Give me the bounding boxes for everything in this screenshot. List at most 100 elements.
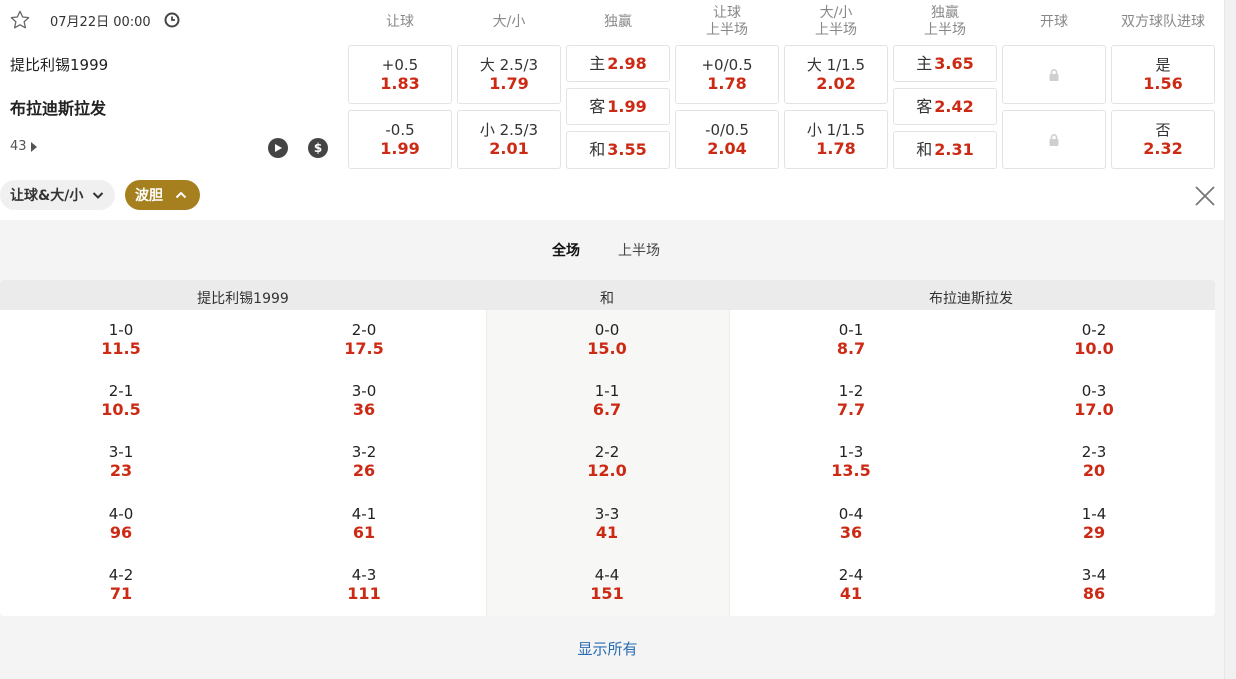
odds-cell-moneyline-draw[interactable]: 和 3.55 bbox=[566, 131, 670, 169]
score-label: 4-2 bbox=[108, 566, 134, 584]
odds-label: 否 bbox=[1155, 120, 1171, 139]
grid-header: 提比利锡1999 和 布拉迪斯拉发 bbox=[0, 280, 1215, 310]
score-cell[interactable]: 2-4 41 bbox=[781, 566, 921, 604]
odds-value: 3.65 bbox=[934, 53, 974, 73]
odds-label: 小 2.5/3 bbox=[479, 120, 539, 139]
odds-value: 1.99 bbox=[380, 138, 420, 158]
score-label: 1-0 bbox=[108, 321, 134, 339]
score-cell[interactable]: 0-1 8.7 bbox=[781, 321, 921, 359]
tab-full-time[interactable]: 全场 bbox=[552, 240, 580, 260]
score-cell[interactable]: 1-2 7.7 bbox=[781, 382, 921, 420]
score-label: 3-0 bbox=[351, 382, 377, 400]
score-odd: 26 bbox=[352, 461, 376, 480]
odds-value: 2.32 bbox=[1143, 138, 1183, 158]
score-cell[interactable]: 4-2 71 bbox=[51, 566, 191, 604]
odds-cell-kickoff-away bbox=[1002, 110, 1106, 169]
score-label: 0-1 bbox=[838, 321, 864, 339]
score-label: 0-2 bbox=[1081, 321, 1107, 339]
score-cell[interactable]: 1-3 13.5 bbox=[781, 443, 921, 481]
odds-cell-moneyline-1h-home[interactable]: 主 3.65 bbox=[893, 45, 997, 82]
odds-cell-moneyline-1h-away[interactable]: 客 2.42 bbox=[893, 88, 997, 125]
score-odd: 10.0 bbox=[1074, 339, 1114, 358]
score-odd: 12.0 bbox=[587, 461, 627, 480]
odds-value: 2.31 bbox=[934, 140, 974, 159]
odds-cell-over-1h[interactable]: 大 1/1.5 2.02 bbox=[784, 45, 888, 104]
grid-header-draw: 和 bbox=[600, 291, 614, 307]
correct-score-toggle[interactable]: 波胆 bbox=[125, 180, 200, 210]
odds-value: 2.98 bbox=[607, 53, 647, 73]
odds-label: 主 bbox=[589, 53, 606, 73]
score-odd: 11.5 bbox=[101, 339, 141, 358]
score-cell[interactable]: 1-4 29 bbox=[1024, 505, 1164, 543]
score-label: 1-1 bbox=[594, 382, 620, 400]
score-label: 3-4 bbox=[1081, 566, 1107, 584]
odds-cell-btts-no[interactable]: 否 2.32 bbox=[1111, 110, 1215, 169]
odds-cell-handicap-1h-home[interactable]: +0/0.5 1.78 bbox=[675, 45, 779, 104]
score-odd: 8.7 bbox=[836, 339, 866, 358]
score-label: 1-3 bbox=[838, 443, 864, 461]
score-label: 0-3 bbox=[1081, 382, 1107, 400]
score-odd: 41 bbox=[839, 584, 863, 603]
score-cell[interactable]: 0-0 15.0 bbox=[537, 321, 677, 359]
score-cell[interactable]: 2-1 10.5 bbox=[51, 382, 191, 420]
grid-header-away: 布拉迪斯拉发 bbox=[929, 291, 1013, 307]
col-header-over-under: 大/小 bbox=[492, 13, 526, 30]
odds-cell-moneyline-away[interactable]: 客 1.99 bbox=[566, 88, 670, 125]
scrollbar-track[interactable] bbox=[1224, 0, 1236, 679]
score-cell[interactable]: 3-4 86 bbox=[1024, 566, 1164, 604]
score-cell[interactable]: 2-0 17.5 bbox=[294, 321, 434, 359]
odds-label: 大 1/1.5 bbox=[806, 55, 866, 74]
show-all-link[interactable]: 显示所有 bbox=[0, 638, 1215, 659]
odds-cell-handicap-home[interactable]: +0.5 1.83 bbox=[348, 45, 452, 104]
score-cell[interactable]: 0-4 36 bbox=[781, 505, 921, 543]
score-cell[interactable]: 3-3 41 bbox=[537, 505, 677, 543]
score-label: 3-1 bbox=[108, 443, 134, 461]
odds-cell-over[interactable]: 大 2.5/3 1.79 bbox=[457, 45, 561, 104]
odds-label: 主 bbox=[916, 53, 933, 73]
odds-label: -0.5 bbox=[385, 120, 415, 139]
score-label: 2-4 bbox=[838, 566, 864, 584]
odds-cell-moneyline-home[interactable]: 主 2.98 bbox=[566, 45, 670, 82]
odds-cell-handicap-away[interactable]: -0.5 1.99 bbox=[348, 110, 452, 169]
score-cell[interactable]: 4-1 61 bbox=[294, 505, 434, 543]
period-tabs: 全场 上半场 bbox=[0, 240, 1224, 260]
score-cell[interactable]: 3-0 36 bbox=[294, 382, 434, 420]
score-label: 1-4 bbox=[1081, 505, 1107, 523]
odds-label: 和 bbox=[916, 140, 933, 159]
odds-value: 1.83 bbox=[380, 73, 420, 93]
odds-cell-under[interactable]: 小 2.5/3 2.01 bbox=[457, 110, 561, 169]
score-cell[interactable]: 2-3 20 bbox=[1024, 443, 1164, 481]
play-icon[interactable] bbox=[268, 138, 288, 158]
market-select-dropdown[interactable]: 让球&大/小 bbox=[0, 180, 116, 210]
close-icon[interactable] bbox=[1193, 184, 1217, 208]
score-cell[interactable]: 4-4 151 bbox=[537, 566, 677, 604]
score-cell[interactable]: 1-0 11.5 bbox=[51, 321, 191, 359]
score-cell[interactable]: 4-0 96 bbox=[51, 505, 191, 543]
odds-cell-btts-yes[interactable]: 是 1.56 bbox=[1111, 45, 1215, 104]
more-markets-count[interactable]: 43 bbox=[10, 139, 27, 154]
odds-value: 2.04 bbox=[707, 138, 747, 158]
score-cell[interactable]: 3-2 26 bbox=[294, 443, 434, 481]
odds-value: 2.42 bbox=[934, 96, 974, 116]
tab-first-half[interactable]: 上半场 bbox=[618, 240, 660, 260]
odds-cell-handicap-1h-away[interactable]: -0/0.5 2.04 bbox=[675, 110, 779, 169]
odds-cell-under-1h[interactable]: 小 1/1.5 1.78 bbox=[784, 110, 888, 169]
odds-label: 是 bbox=[1155, 55, 1171, 74]
caret-right-icon[interactable] bbox=[31, 142, 37, 152]
score-cell[interactable]: 3-1 23 bbox=[51, 443, 191, 481]
dollar-icon[interactable]: $ bbox=[308, 138, 328, 158]
score-cell[interactable]: 0-3 17.0 bbox=[1024, 382, 1164, 420]
col-header-kickoff: 开球 bbox=[1040, 13, 1068, 30]
score-cell[interactable]: 2-2 12.0 bbox=[537, 443, 677, 481]
score-odd: 13.5 bbox=[831, 461, 871, 480]
score-cell[interactable]: 1-1 6.7 bbox=[537, 382, 677, 420]
home-team-name: 提比利锡1999 bbox=[10, 56, 109, 74]
score-cell[interactable]: 0-2 10.0 bbox=[1024, 321, 1164, 359]
score-label: 0-4 bbox=[838, 505, 864, 523]
score-cell[interactable]: 4-3 111 bbox=[294, 566, 434, 604]
odds-value: 1.99 bbox=[607, 96, 647, 116]
favorite-star-icon[interactable] bbox=[9, 9, 31, 31]
chevron-up-icon bbox=[175, 191, 187, 199]
odds-cell-moneyline-1h-draw[interactable]: 和 2.31 bbox=[893, 131, 997, 169]
odds-label: +0.5 bbox=[381, 55, 419, 74]
